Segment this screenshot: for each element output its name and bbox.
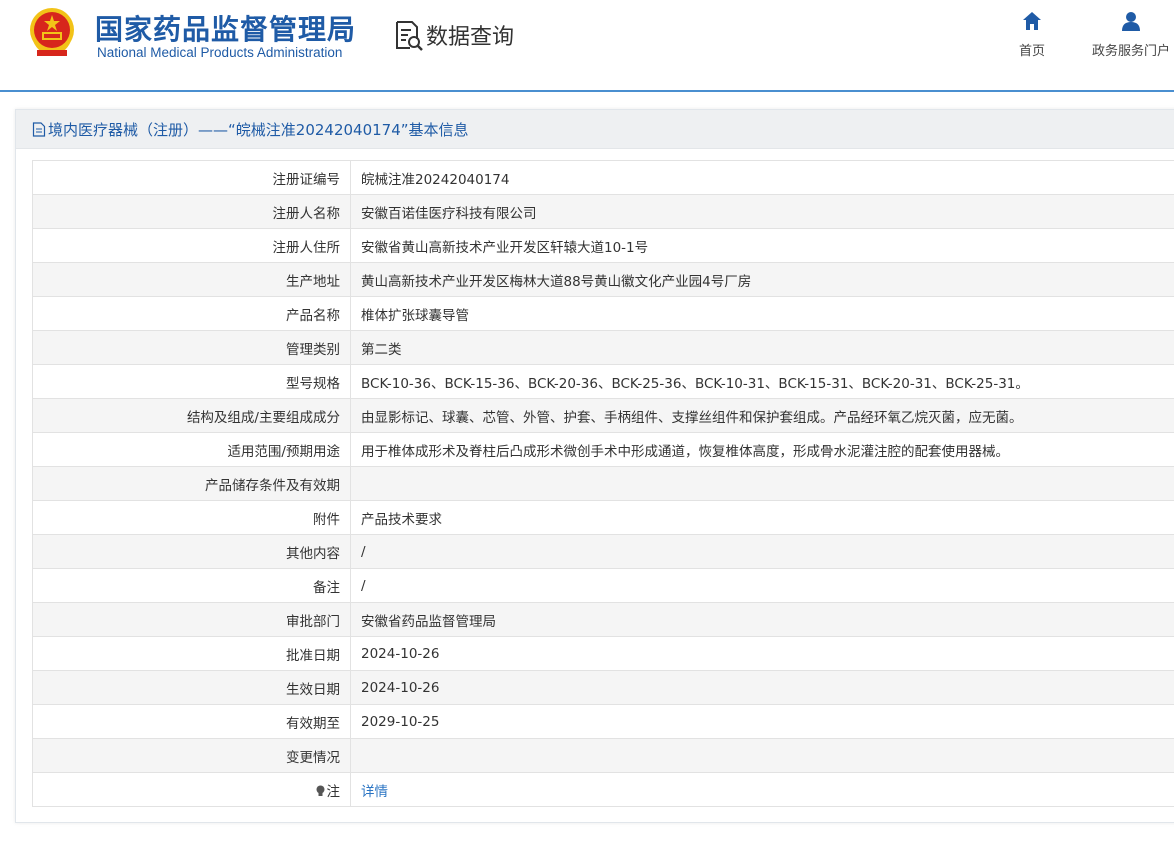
note-value-cell: 详情 — [350, 772, 1174, 807]
table-row: 有效期至 2029-10-25 — [32, 704, 1174, 739]
nav-home-label: 首页 — [1018, 44, 1045, 59]
field-label: 备注 — [32, 568, 351, 603]
field-value — [350, 738, 1174, 773]
field-value: 由显影标记、球囊、芯管、外管、护套、手柄组件、支撑丝组件和保护套组成。产品经环氧… — [350, 398, 1174, 433]
field-label: 产品名称 — [32, 296, 351, 331]
home-icon — [1023, 12, 1041, 30]
document-search-icon — [396, 21, 423, 51]
field-value: 2024-10-26 — [350, 670, 1174, 705]
table-row: 备注 / — [32, 568, 1174, 603]
table-row: 审批部门 安徽省药品监督管理局 — [32, 602, 1174, 637]
panel-header: 境内医疗器械（注册）——“皖械注准20242040174”基本信息 — [16, 110, 1174, 149]
nav-portal-link[interactable]: 政务服务门户 — [1086, 10, 1174, 59]
table-row: 变更情况 — [32, 738, 1174, 773]
field-value: 安徽省黄山高新技术产业开发区轩辕大道10-1号 — [350, 228, 1174, 263]
table-row: 生效日期 2024-10-26 — [32, 670, 1174, 705]
field-label: 附件 — [32, 500, 351, 535]
table-row: 批准日期 2024-10-26 — [32, 636, 1174, 671]
field-label: 管理类别 — [32, 330, 351, 365]
field-label: 生产地址 — [32, 262, 351, 297]
note-row: 注 详情 — [32, 772, 1174, 807]
field-value: 皖械注准20242040174 — [350, 160, 1174, 195]
field-value: BCK-10-36、BCK-15-36、BCK-20-36、BCK-25-36、… — [350, 364, 1174, 399]
field-label: 有效期至 — [32, 704, 351, 739]
field-value: 产品技术要求 — [350, 500, 1174, 535]
table-row: 注册人住所 安徽省黄山高新技术产业开发区轩辕大道10-1号 — [32, 228, 1174, 263]
field-label: 适用范围/预期用途 — [32, 432, 351, 467]
table-row: 型号规格 BCK-10-36、BCK-15-36、BCK-20-36、BCK-25… — [32, 364, 1174, 399]
field-value: / — [350, 568, 1174, 603]
field-value — [350, 466, 1174, 501]
field-value: / — [350, 534, 1174, 569]
nav-portal-label: 政务服务门户 — [1091, 44, 1170, 59]
detail-panel: 境内医疗器械（注册）——“皖械注准20242040174”基本信息 注册证编号皖… — [15, 109, 1174, 823]
data-query-label: 数据查询 — [426, 25, 515, 50]
note-label-cell: 注 — [32, 772, 351, 807]
field-value: 用于椎体成形术及脊柱后凸成形术微创手术中形成通道，恢复椎体高度，形成骨水泥灌注腔… — [350, 432, 1174, 467]
document-icon — [32, 121, 46, 137]
detail-table: 注册证编号 皖械注准20242040174 注册人名称 安徽百诺佳医疗科技有限公司 注册… — [32, 160, 1174, 807]
site-header: 国家药品监督管理局 National Medical Products Admi… — [0, 0, 1174, 92]
table-row: 管理类别 第二类 — [32, 330, 1174, 365]
table-row: 其他内容 / — [32, 534, 1174, 569]
header-divider — [0, 90, 1174, 92]
field-label: 结构及组成/主要组成成分 — [32, 398, 351, 433]
table-row: 适用范围/预期用途 用于椎体成形术及脊柱后凸成形术微创手术中形成通道，恢复椎体高度… — [32, 432, 1174, 467]
field-label: 产品储存条件及有效期 — [32, 466, 351, 501]
field-label: 批准日期 — [32, 636, 351, 671]
table-row: 生产地址 黄山高新技术产业开发区梅林大道88号黄山徽文化产业园4号厂房 — [32, 262, 1174, 297]
field-label: 型号规格 — [32, 364, 351, 399]
field-value: 2024-10-26 — [350, 636, 1174, 671]
field-label: 注册人名称 — [32, 194, 351, 229]
note-label: 注 — [326, 783, 341, 800]
field-value: 安徽省药品监督管理局 — [350, 602, 1174, 637]
field-value: 2029-10-25 — [350, 704, 1174, 739]
field-label: 注册证编号 — [32, 160, 351, 195]
field-value: 安徽百诺佳医疗科技有限公司 — [350, 194, 1174, 229]
field-value: 黄山高新技术产业开发区梅林大道88号黄山徽文化产业园4号厂房 — [350, 262, 1174, 297]
table-row: 产品名称 椎体扩张球囊导管 — [32, 296, 1174, 331]
field-label: 审批部门 — [32, 602, 351, 637]
data-query-link[interactable]: 数据查询 — [394, 18, 514, 52]
national-emblem-icon — [30, 8, 74, 56]
org-name-cn: 国家药品监督管理局 — [95, 13, 357, 46]
table-row: 注册证编号 皖械注准20242040174 — [32, 160, 1174, 195]
org-name-en: National Medical Products Administration — [97, 45, 343, 60]
field-value: 第二类 — [350, 330, 1174, 365]
user-icon — [1122, 12, 1140, 31]
table-row: 产品储存条件及有效期 — [32, 466, 1174, 501]
field-label: 生效日期 — [32, 670, 351, 705]
table-row: 附件 产品技术要求 — [32, 500, 1174, 535]
detail-link[interactable]: 详情 — [361, 784, 388, 800]
nav-home-link[interactable]: 首页 — [1012, 10, 1052, 59]
field-value: 椎体扩张球囊导管 — [350, 296, 1174, 331]
field-label: 注册人住所 — [32, 228, 351, 263]
table-row: 注册人名称 安徽百诺佳医疗科技有限公司 — [32, 194, 1174, 229]
field-label: 其他内容 — [32, 534, 351, 569]
panel-title: 境内医疗器械（注册）——“皖械注准20242040174”基本信息 — [48, 120, 469, 139]
bulb-icon — [316, 785, 324, 796]
table-row: 结构及组成/主要组成成分 由显影标记、球囊、芯管、外管、护套、手柄组件、支撑丝组件… — [32, 398, 1174, 433]
field-label: 变更情况 — [32, 738, 351, 773]
